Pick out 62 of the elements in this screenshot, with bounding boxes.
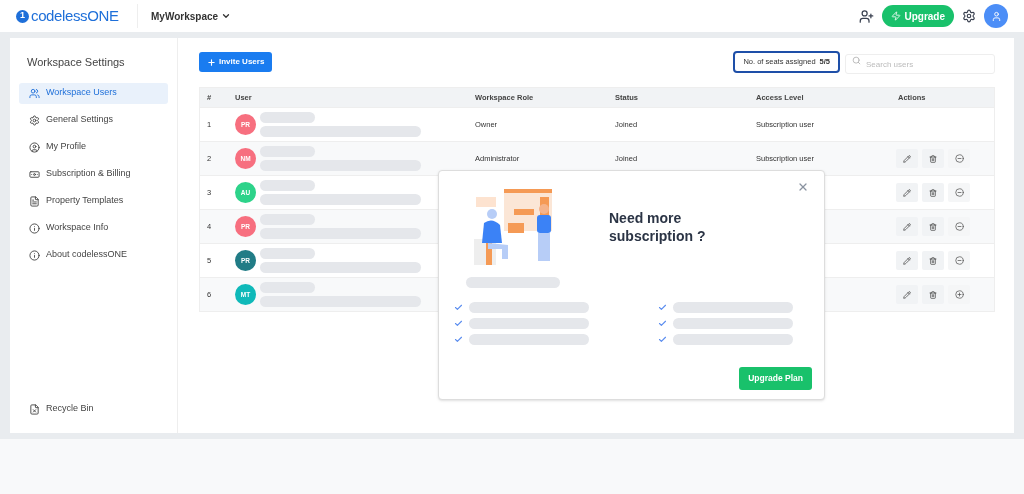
plus-icon (207, 57, 216, 67)
document-icon (29, 195, 40, 207)
delete-button[interactable] (922, 285, 944, 304)
bolt-icon (891, 11, 902, 21)
pencil-icon (903, 154, 911, 163)
skeleton-bar (260, 248, 315, 259)
trash-icon (929, 222, 937, 231)
search-field[interactable]: Search users (845, 54, 995, 75)
minus-circle-icon (954, 256, 964, 265)
recycle-icon (29, 403, 40, 415)
workspace-dropdown[interactable]: MyWorkspace (151, 8, 232, 24)
invite-users-button[interactable]: Invite Users (199, 52, 273, 72)
add-user-icon[interactable] (859, 8, 875, 24)
sidebar-item[interactable]: Subscription & Billing (19, 163, 168, 185)
remove-button[interactable] (948, 251, 970, 270)
banknote-icon (29, 168, 40, 180)
logo-mark: 1 (16, 9, 29, 23)
settings-icon (29, 114, 40, 126)
trash-icon (929, 188, 937, 197)
sidebar-item[interactable]: General Settings (19, 109, 168, 131)
users-icon (29, 87, 40, 99)
plus-circle-icon (954, 290, 964, 299)
delete-button[interactable] (922, 217, 944, 236)
user-icon (990, 10, 1002, 22)
sidebar-item[interactable]: Workspace Info (19, 217, 168, 239)
edit-button[interactable] (896, 285, 918, 304)
remove-button[interactable] (948, 183, 970, 202)
modal-title: Need more subscription ? (609, 209, 707, 245)
trash-icon (929, 290, 937, 299)
info-icon (29, 222, 40, 234)
pencil-icon (903, 256, 911, 265)
pencil-icon (903, 290, 911, 299)
delete-button[interactable] (922, 251, 944, 270)
skeleton-bar (260, 180, 315, 191)
edit-button[interactable] (896, 251, 918, 270)
logo: codelessONE (31, 5, 119, 26)
settings-icon[interactable] (962, 9, 976, 23)
sidebar-item[interactable]: Workspace Users (19, 82, 168, 104)
search-icon (852, 55, 861, 65)
caret-icon (221, 11, 232, 21)
info-icon (29, 249, 40, 261)
trash-icon (929, 154, 937, 163)
edit-button[interactable] (896, 183, 918, 202)
sidebar-item[interactable]: Recycle Bin (19, 399, 168, 419)
skeleton-bar (260, 112, 315, 123)
sidebar-title: Workspace Settings (26, 55, 126, 70)
close-icon[interactable] (797, 181, 809, 193)
minus-circle-icon (954, 222, 964, 231)
sidebar-item[interactable]: My Profile (19, 136, 168, 158)
trash-icon (929, 256, 937, 265)
sidebar-item[interactable]: About codelessONE (19, 244, 168, 266)
minus-circle-icon (954, 188, 964, 197)
avatar[interactable] (984, 4, 1008, 28)
user-circle-icon (29, 141, 40, 153)
minus-circle-icon (954, 154, 964, 163)
delete-button[interactable] (922, 183, 944, 202)
pencil-icon (903, 188, 911, 197)
pencil-icon (903, 222, 911, 231)
delete-button[interactable] (922, 149, 944, 168)
edit-button[interactable] (896, 149, 918, 168)
edit-button[interactable] (896, 217, 918, 236)
sidebar-item[interactable]: Property Templates (19, 190, 168, 212)
